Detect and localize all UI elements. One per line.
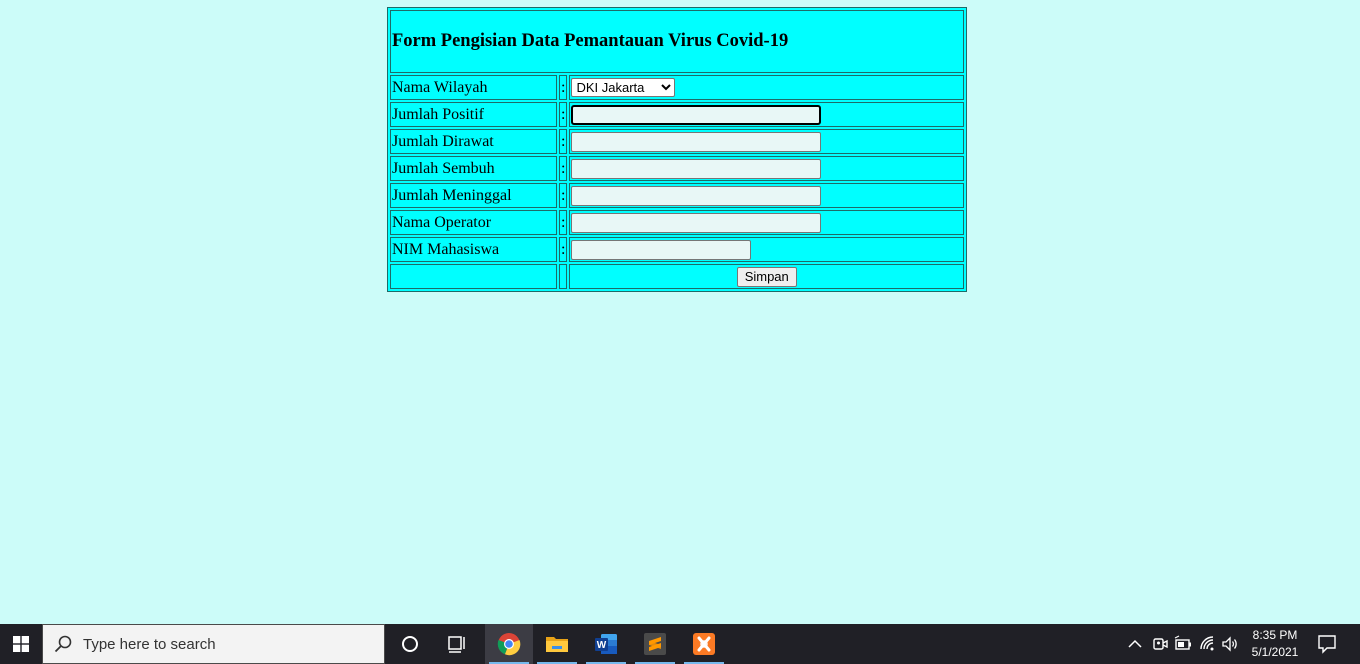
svg-text:W: W xyxy=(597,640,607,651)
windows-taskbar: Type here to search W 8:35 PM 5/1/2021 xyxy=(0,624,1360,664)
sublime-text-icon xyxy=(644,633,666,655)
taskbar-chrome[interactable] xyxy=(485,624,533,664)
label-jumlah-dirawat: Jumlah Dirawat xyxy=(390,129,557,154)
taskbar-sublime-text[interactable] xyxy=(631,624,679,664)
windows-logo-icon xyxy=(13,636,29,652)
nama-operator-input[interactable] xyxy=(571,212,822,233)
label-nim-mahasiswa: NIM Mahasiswa xyxy=(390,237,557,262)
label-nama-operator: Nama Operator xyxy=(390,210,557,235)
battery-icon[interactable] xyxy=(1173,634,1193,654)
taskbar-file-explorer[interactable] xyxy=(533,624,581,664)
volume-icon[interactable] xyxy=(1220,634,1240,654)
folder-icon xyxy=(546,637,568,652)
nim-mahasiswa-input[interactable] xyxy=(571,239,752,260)
chevron-up-icon[interactable] xyxy=(1125,634,1145,654)
word-icon: W xyxy=(595,634,617,654)
taskbar-word[interactable]: W xyxy=(582,624,630,664)
separator: : xyxy=(559,210,568,235)
label-jumlah-positif: Jumlah Positif xyxy=(390,102,557,127)
separator: : xyxy=(559,156,568,181)
row-jumlah-dirawat: Jumlah Dirawat : xyxy=(390,129,964,154)
empty-cell xyxy=(390,264,557,289)
separator: : xyxy=(559,75,568,100)
taskbar-search-box[interactable]: Type here to search xyxy=(42,624,385,664)
nama-wilayah-select[interactable]: DKI Jakarta xyxy=(571,78,676,97)
search-placeholder: Type here to search xyxy=(83,635,216,653)
label-jumlah-sembuh: Jumlah Sembuh xyxy=(390,156,557,181)
browser-page: Form Pengisian Data Pemantauan Virus Cov… xyxy=(0,0,1360,624)
row-submit: Simpan xyxy=(390,264,964,289)
row-nim-mahasiswa: NIM Mahasiswa : xyxy=(390,237,964,262)
separator: : xyxy=(559,102,568,127)
separator: : xyxy=(559,183,568,208)
meet-now-icon[interactable] xyxy=(1150,634,1170,654)
row-jumlah-positif: Jumlah Positif : xyxy=(390,102,964,127)
taskbar-xampp[interactable] xyxy=(680,624,728,664)
xampp-icon xyxy=(693,633,715,655)
jumlah-meninggal-input[interactable] xyxy=(571,185,822,206)
notification-center-icon[interactable] xyxy=(1316,633,1338,655)
cortana-button[interactable] xyxy=(386,624,434,664)
task-view-icon xyxy=(448,636,465,653)
label-nama-wilayah: Nama Wilayah xyxy=(390,75,557,100)
separator: : xyxy=(559,237,568,262)
jumlah-positif-input[interactable] xyxy=(571,104,822,125)
cortana-circle-icon xyxy=(402,636,418,652)
empty-cell xyxy=(559,264,568,289)
separator: : xyxy=(559,129,568,154)
row-nama-operator: Nama Operator : xyxy=(390,210,964,235)
jumlah-dirawat-input[interactable] xyxy=(571,131,822,152)
task-view-button[interactable] xyxy=(434,624,482,664)
row-nama-wilayah: Nama Wilayah : DKI Jakarta xyxy=(390,75,964,100)
form-title: Form Pengisian Data Pemantauan Virus Cov… xyxy=(390,10,964,73)
search-icon xyxy=(54,635,72,653)
row-jumlah-sembuh: Jumlah Sembuh : xyxy=(390,156,964,181)
covid-form-table: Form Pengisian Data Pemantauan Virus Cov… xyxy=(387,7,967,292)
clock-date: 5/1/2021 xyxy=(1251,645,1299,659)
clock-time: 8:35 PM xyxy=(1252,628,1298,642)
row-jumlah-meninggal: Jumlah Meninggal : xyxy=(390,183,964,208)
simpan-button[interactable]: Simpan xyxy=(736,266,797,287)
chrome-icon xyxy=(497,633,521,656)
jumlah-sembuh-input[interactable] xyxy=(571,158,822,179)
start-button[interactable] xyxy=(0,624,42,664)
wifi-icon[interactable] xyxy=(1198,634,1218,654)
taskbar-clock[interactable]: 8:35 PM 5/1/2021 xyxy=(1246,627,1304,661)
label-jumlah-meninggal: Jumlah Meninggal xyxy=(390,183,557,208)
